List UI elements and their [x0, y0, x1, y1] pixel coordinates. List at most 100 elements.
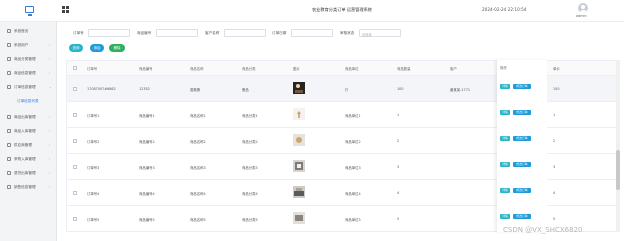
supplier-icon [7, 143, 11, 147]
user-icon [7, 43, 11, 47]
cell-order-no: 17087007#6862 [87, 87, 116, 91]
edit-order-button[interactable]: 修改订单 [513, 136, 531, 141]
cell-goods-name: 商品名称2 [190, 140, 206, 144]
scrollbar-thumb[interactable] [616, 150, 620, 190]
username[interactable]: admin [576, 14, 587, 18]
purchase-icon [7, 157, 11, 161]
sales-icon [7, 185, 11, 189]
column-header[interactable]: 商品单位 [345, 66, 359, 71]
column-header[interactable]: 商品编号 [139, 66, 153, 71]
edit-order-button[interactable]: 修改订单 [513, 162, 531, 167]
sidebar-item-return[interactable]: 退货出库管理 › [0, 168, 57, 178]
view-button[interactable]: 详情 [500, 84, 510, 89]
chevron-icon: › [49, 115, 51, 119]
view-button[interactable]: 详情 [500, 188, 510, 193]
cell-goods-no: 12352 [139, 87, 150, 91]
sidebar-item-goods[interactable]: 商品信息管理 › [0, 68, 57, 78]
cell-goods-no: 商品编号5 [139, 218, 155, 222]
cell-quantity: 1 [397, 113, 400, 117]
chevron-icon: › [49, 71, 51, 75]
goods-no-input[interactable] [156, 29, 198, 37]
cell-goods-no: 商品编号1 [139, 114, 155, 118]
cell-price: 1 [553, 113, 556, 117]
cell-order-no: 订单号3 [87, 166, 100, 170]
order-no-input[interactable] [88, 29, 130, 37]
column-header[interactable]: 单价 [553, 66, 560, 71]
order-date-input[interactable] [291, 29, 333, 37]
order-no-label: 订单号 [73, 31, 84, 35]
sidebar-item-label: 商品信息管理 [14, 71, 36, 75]
avatar[interactable] [578, 3, 588, 13]
search-button[interactable]: 查询 [69, 44, 83, 52]
cell-order-no: 订单号2 [87, 140, 100, 144]
customer-input[interactable] [224, 29, 266, 37]
sidebar-item-orders[interactable]: 订单信息管理 ⌄ [0, 82, 57, 92]
cell-category: 商品分类4 [242, 192, 258, 196]
edit-order-button[interactable]: 修改订单 [513, 214, 531, 219]
add-button[interactable]: 添加 [90, 44, 104, 52]
sidebar-item-sales[interactable]: 销售信息管理 › [0, 182, 57, 192]
sidebar-item-label: 销售信息管理 [14, 185, 36, 189]
cell-quantity: 2 [397, 139, 400, 143]
sidebar-item-category[interactable]: 商品分类管理 › [0, 54, 57, 64]
monitor-logo-icon[interactable] [25, 6, 34, 16]
cell-quantity: 3 [397, 165, 400, 169]
goods-photo [293, 82, 305, 94]
edit-order-button[interactable]: 修改订单 [513, 110, 531, 115]
sidebar-item-users[interactable]: 系统用户 › [0, 40, 57, 50]
sidebar-item-supplier[interactable]: 供应商管理 › [0, 140, 57, 150]
row-checkbox[interactable] [73, 217, 77, 221]
sidebar-item-label: 系统用户 [14, 43, 29, 47]
sidebar-item-label: 采购入库管理 [14, 157, 36, 161]
chevron-icon: › [49, 171, 51, 175]
view-button[interactable]: 详情 [500, 136, 510, 141]
stock-in-icon [7, 129, 11, 133]
column-header[interactable]: 商品数量 [397, 66, 411, 71]
sidebar-item-stock-in[interactable]: 商品入库管理 › [0, 126, 57, 136]
goods-photo [293, 186, 305, 198]
cell-goods-no: 商品编号2 [139, 140, 155, 144]
view-button[interactable]: 详情 [500, 162, 510, 167]
view-button[interactable]: 详情 [500, 110, 510, 115]
row-checkbox[interactable] [73, 165, 77, 169]
cell-goods-name: 香蕉蛋 [190, 88, 201, 92]
row-checkbox[interactable] [73, 87, 77, 91]
cell-goods-name: 商品名称5 [190, 218, 206, 222]
column-header[interactable]: 商品名称 [190, 66, 204, 71]
cell-unit: 斤 [345, 88, 349, 92]
goods-photo [293, 134, 305, 146]
cell-order-no: 订单号4 [87, 192, 100, 196]
row-checkbox[interactable] [73, 191, 77, 195]
order-icon [7, 85, 11, 89]
row-checkbox[interactable] [73, 113, 77, 117]
sidebar-item-stock-out[interactable]: 商品出库管理 › [0, 112, 57, 122]
cell-category: 蛋品 [242, 88, 249, 92]
stock-out-icon [7, 115, 11, 119]
row-checkbox[interactable] [73, 139, 77, 143]
edit-order-button[interactable]: 修改订单 [513, 84, 531, 89]
sidebar-item-home[interactable]: 系统首页 [0, 26, 57, 36]
edit-order-button[interactable]: 修改订单 [513, 188, 531, 193]
cell-quantity: 4 [397, 191, 400, 195]
select-all-checkbox[interactable] [73, 66, 77, 70]
sidebar-item-label: 商品出库管理 [14, 115, 36, 119]
chevron-icon: › [49, 185, 51, 189]
scrollbar-track[interactable] [616, 60, 620, 232]
column-header: 图片 [293, 67, 300, 71]
sidebar-item-purchase[interactable]: 采购入库管理 › [0, 154, 57, 164]
column-header[interactable]: 客户 [450, 66, 457, 71]
status-select[interactable]: 请选择 [359, 29, 401, 37]
delete-button[interactable]: 删除 [109, 44, 125, 52]
order-date-label: 订单日期 [272, 31, 287, 35]
sidebar-item-order-list[interactable]: 订单信息列表 [0, 96, 57, 106]
column-header[interactable]: 订单号 [87, 66, 97, 71]
grid-menu-icon[interactable] [62, 6, 69, 13]
column-header[interactable]: 商品分类 [242, 66, 256, 71]
cell-category: 商品分类5 [242, 218, 258, 222]
cell-goods-no: 商品编号4 [139, 192, 155, 196]
view-button[interactable]: 详情 [500, 214, 510, 219]
top-header: 农业教育分类订单 运营管理系统 2024-02-24 22:10:54 admi… [0, 0, 624, 22]
cell-unit: 商品单位4 [345, 192, 361, 196]
cell-price: 4 [553, 191, 556, 195]
chevron-icon: › [49, 129, 51, 133]
